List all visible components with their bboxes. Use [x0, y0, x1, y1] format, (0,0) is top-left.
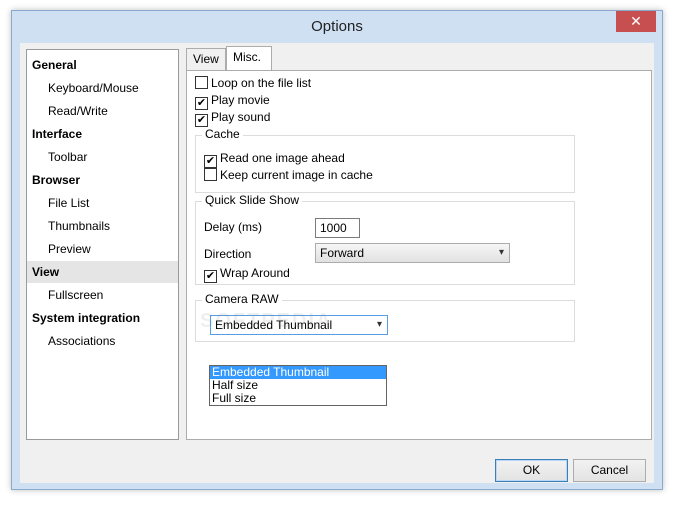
- close-icon: ✕: [630, 13, 642, 29]
- cache-group-title: Cache: [202, 127, 243, 142]
- title-bar[interactable]: Options ✕: [12, 11, 662, 43]
- misc-tab-panel: Loop on the file list ✔ Play movie ✔ Play …: [186, 70, 652, 440]
- loop-label: Loop on the file list: [211, 76, 312, 90]
- options-window: Options ✕ General Keyboard/Mouse Read/Wr…: [11, 10, 663, 490]
- play-movie-checkbox-box[interactable]: ✔: [195, 97, 208, 110]
- tab-misc[interactable]: Misc.: [226, 46, 272, 70]
- play-sound-checkbox[interactable]: ✔ Play sound: [195, 110, 271, 127]
- camera-raw-group-title: Camera RAW: [202, 292, 282, 307]
- checkmark-icon: ✔: [205, 270, 216, 282]
- direction-label: Direction: [204, 247, 252, 261]
- dropdown-option-full-size[interactable]: Full size: [210, 392, 386, 405]
- tab-view[interactable]: View: [186, 48, 226, 70]
- nav-item-system-integration[interactable]: System integration: [27, 307, 178, 329]
- nav-item-read-write[interactable]: Read/Write: [27, 100, 178, 122]
- read-ahead-checkbox-box[interactable]: ✔: [204, 155, 217, 168]
- checkmark-icon: ✔: [205, 155, 216, 167]
- watermark: SOFTPEDIA: [200, 310, 333, 332]
- nav-item-view[interactable]: View: [27, 261, 178, 283]
- chevron-down-icon: ▾: [498, 247, 504, 258]
- nav-item-keyboard-mouse[interactable]: Keyboard/Mouse: [27, 77, 178, 99]
- keep-current-label: Keep current image in cache: [220, 168, 373, 182]
- cancel-button[interactable]: Cancel: [573, 459, 646, 482]
- nav-item-associations[interactable]: Associations: [27, 330, 178, 352]
- nav-item-fullscreen[interactable]: Fullscreen: [27, 284, 178, 306]
- wrap-around-label: Wrap Around: [220, 266, 290, 280]
- direction-select[interactable]: Forward ▾: [315, 243, 510, 263]
- play-sound-label: Play sound: [211, 110, 271, 124]
- read-ahead-checkbox[interactable]: ✔ Read one image ahead: [204, 151, 345, 168]
- loop-file-list-checkbox[interactable]: Loop on the file list: [195, 76, 311, 92]
- wrap-around-checkbox-box[interactable]: ✔: [204, 270, 217, 283]
- keep-current-checkbox-box[interactable]: [204, 168, 217, 181]
- play-movie-label: Play movie: [211, 93, 270, 107]
- delay-input[interactable]: 1000: [315, 218, 360, 238]
- camera-raw-dropdown-list: Embedded Thumbnail Half size Full size: [209, 365, 387, 406]
- dialog-client: General Keyboard/Mouse Read/Write Interf…: [20, 43, 654, 483]
- nav-item-preview[interactable]: Preview: [27, 238, 178, 260]
- slideshow-group-title: Quick Slide Show: [202, 193, 303, 208]
- nav-item-thumbnails[interactable]: Thumbnails: [27, 215, 178, 237]
- cache-group: Cache ✔ Read one image ahead Keep current…: [195, 127, 575, 193]
- nav-item-toolbar[interactable]: Toolbar: [27, 146, 178, 168]
- checkmark-icon: ✔: [196, 97, 207, 109]
- chevron-down-icon: ▾: [376, 319, 382, 330]
- options-category-tree: General Keyboard/Mouse Read/Write Interf…: [26, 49, 179, 440]
- window-title: Options: [311, 18, 363, 35]
- wrap-around-checkbox[interactable]: ✔ Wrap Around: [204, 266, 290, 283]
- nav-item-general[interactable]: General: [27, 54, 178, 76]
- checkmark-icon: ✔: [196, 114, 207, 126]
- keep-current-checkbox[interactable]: Keep current image in cache: [204, 168, 373, 184]
- slideshow-group: Quick Slide Show Delay (ms) 1000 Directi…: [195, 193, 575, 285]
- play-movie-checkbox[interactable]: ✔ Play movie: [195, 93, 270, 110]
- direction-value: Forward: [320, 246, 365, 260]
- nav-item-interface[interactable]: Interface: [27, 123, 178, 145]
- play-sound-checkbox-box[interactable]: ✔: [195, 114, 208, 127]
- nav-item-file-list[interactable]: File List: [27, 192, 178, 214]
- read-ahead-label: Read one image ahead: [220, 151, 345, 165]
- ok-button[interactable]: OK: [495, 459, 568, 482]
- nav-item-browser[interactable]: Browser: [27, 169, 178, 191]
- delay-label: Delay (ms): [204, 220, 263, 234]
- loop-checkbox-box[interactable]: [195, 76, 208, 89]
- close-button[interactable]: ✕: [616, 11, 656, 32]
